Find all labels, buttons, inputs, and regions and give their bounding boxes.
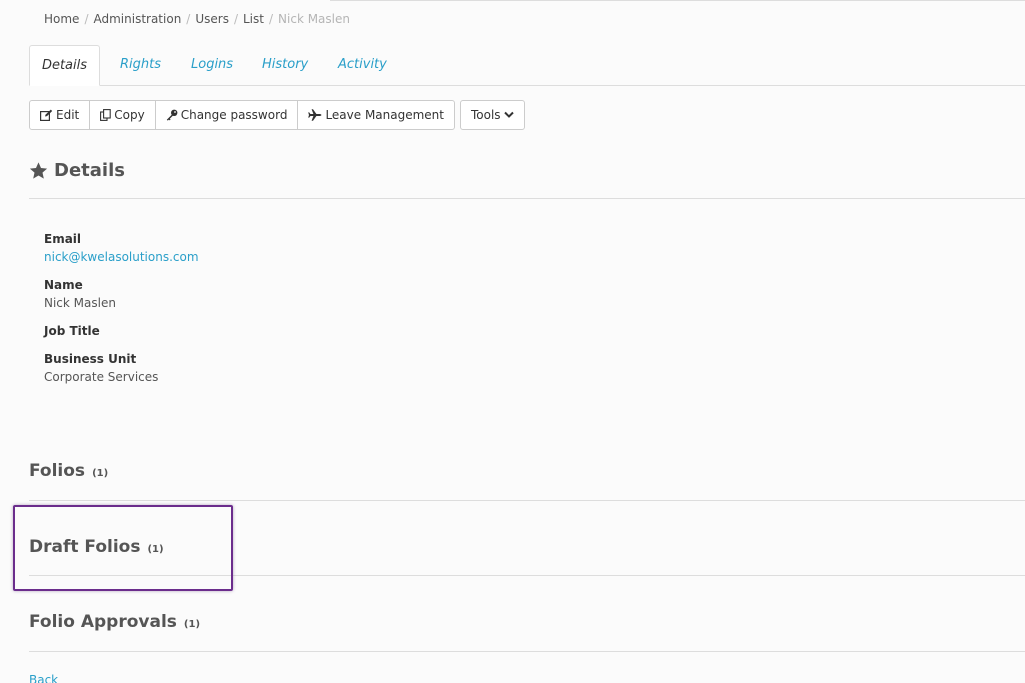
breadcrumb-separator: / [84,12,89,26]
tab-logins[interactable]: Logins [191,45,233,85]
leave-management-label: Leave Management [325,108,444,122]
change-password-button[interactable]: Change password [156,101,299,129]
folios-count: (1) [92,467,109,479]
chevron-down-icon [503,111,514,119]
folio-approvals-divider [29,651,1025,652]
breadcrumb-home[interactable]: Home [44,12,79,26]
breadcrumb-separator: / [268,12,274,26]
action-toolbar: Edit Copy Change password Leave Manageme… [29,100,525,130]
draft-folios-title: Draft Folios [29,537,141,557]
copy-button[interactable]: Copy [90,101,156,129]
back-link[interactable]: Back [29,673,58,683]
leave-management-button[interactable]: Leave Management [298,101,454,129]
edit-icon [40,109,53,121]
tab-bar: Details Rights Logins History Activity [29,45,1025,86]
tab-history[interactable]: History [262,45,308,85]
name-label: Name [44,278,83,292]
folios-title: Folios [29,461,86,481]
breadcrumb-administration[interactable]: Administration [93,12,181,26]
draft-folios-section-header[interactable]: Draft Folios (1) [29,537,164,557]
key-icon [166,109,178,121]
edit-button-label: Edit [56,108,80,122]
email-label: Email [44,232,82,246]
star-icon [29,161,48,180]
details-heading: Details [29,160,125,181]
details-title: Details [54,160,125,181]
plane-icon [308,109,322,121]
copy-button-label: Copy [114,108,145,122]
tab-activity[interactable]: Activity [338,45,387,85]
breadcrumb-separator: / [233,12,238,26]
business-unit-label: Business Unit [44,352,137,366]
folio-approvals-title: Folio Approvals [29,612,177,632]
draft-folios-divider [29,575,1025,576]
business-unit-value: Corporate Services [44,370,159,384]
name-value: Nick Maslen [44,296,116,310]
tab-rights[interactable]: Rights [120,45,161,85]
draft-folios-count: (1) [147,543,164,555]
action-button-group: Edit Copy Change password Leave Manageme… [29,100,455,130]
folio-approvals-section-header[interactable]: Folio Approvals (1) [29,612,200,632]
breadcrumb-current: Nick Maslen [278,12,350,26]
email-link[interactable]: nick@kwelasolutions.com [44,250,199,264]
tab-details[interactable]: Details [29,45,100,86]
tools-button-label: Tools [471,108,501,122]
user-details-page: Home / Administration / Users / List / N… [0,0,1025,683]
breadcrumb-separator: / [186,12,191,26]
details-divider [29,198,1025,199]
folios-section-header[interactable]: Folios (1) [29,461,108,481]
edit-button[interactable]: Edit [30,101,91,129]
copy-icon [100,109,111,121]
breadcrumb-users[interactable]: Users [195,12,229,26]
folio-approvals-count: (1) [183,618,201,630]
top-divider [330,0,1025,1]
breadcrumb-list[interactable]: List [243,12,264,26]
change-password-label: Change password [180,108,288,122]
job-title-label: Job Title [44,324,100,338]
breadcrumb: Home / Administration / Users / List / N… [44,11,350,27]
folios-divider [29,500,1025,501]
tools-dropdown-button[interactable]: Tools [460,100,525,130]
